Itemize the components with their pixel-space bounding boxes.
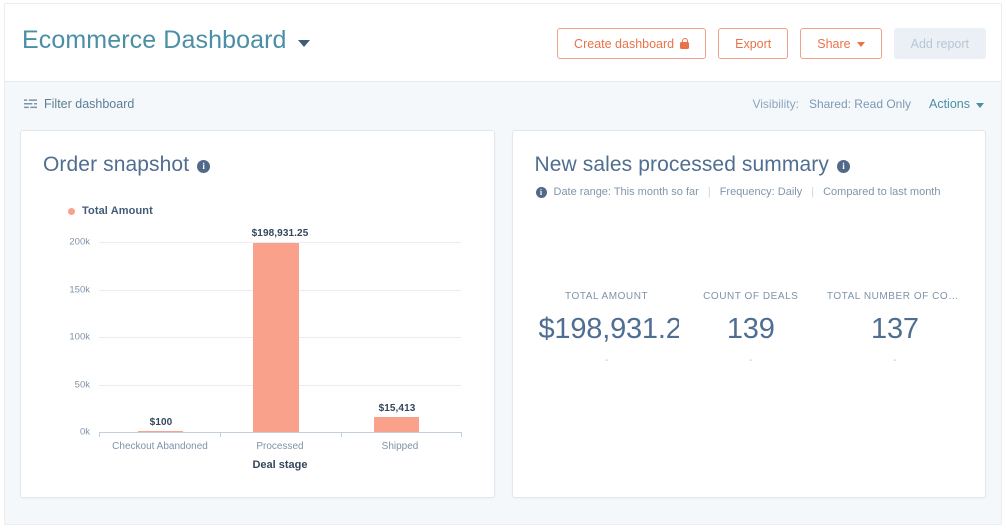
visibility-value: Shared: Read Only (808, 97, 911, 111)
bar-value-label: $100 (149, 417, 173, 428)
chevron-down-icon (856, 42, 865, 47)
y-tick-label: 200k (69, 236, 90, 248)
order-snapshot-card: Order snapshot i Total Amount 200k 150k (20, 130, 495, 498)
kpi-count-of-deals: COUNT OF DEALS 139 - (679, 291, 823, 366)
order-snapshot-chart: 200k 150k 100k 50k 0k $100 $198,931.25 $… (21, 131, 494, 497)
dashboard-page: Ecommerce Dashboard Create dashboard Exp… (4, 3, 1002, 525)
x-axis-tick (341, 432, 342, 437)
report-meta-row: i Date range: This month so far | Freque… (513, 177, 986, 198)
info-icon[interactable]: i (836, 160, 850, 173)
report-meta-text: Date range: This month so far | Frequenc… (554, 186, 941, 198)
meta-comparison: Compared to last month (823, 186, 941, 198)
kpi-label: TOTAL NUMBER OF CONTA… (826, 291, 963, 302)
kpi-total-amount: TOTAL AMOUNT $198,931.25 - (535, 291, 679, 366)
header-actions: Create dashboard Export Share Add report (557, 28, 986, 59)
x-category-label: Checkout Abandoned (112, 441, 208, 452)
meta-date-range: Date range: This month so far (553, 186, 699, 198)
meta-frequency: Frequency: Daily (719, 186, 803, 198)
x-category-label: Shipped (381, 441, 419, 452)
x-axis-tick (220, 432, 221, 437)
export-label: Export (735, 36, 772, 51)
kpi-value[interactable]: 139 (683, 313, 819, 346)
add-report-button[interactable]: Add report (893, 28, 986, 59)
share-button[interactable]: Share (800, 28, 882, 59)
filter-dashboard-button[interactable]: Filter dashboard (24, 97, 134, 111)
filter-dashboard-label: Filter dashboard (44, 97, 135, 111)
lock-icon (680, 38, 690, 49)
new-sales-summary-card: New sales processed summary i i Date ran… (511, 130, 986, 498)
subbar-right-group: Visibility: Shared: Read Only Actions (752, 97, 984, 111)
kpi-delta: - (604, 355, 609, 366)
meta-separator: | (707, 186, 711, 198)
actions-menu-button[interactable]: Actions (929, 97, 984, 111)
y-tick-label: 100k (69, 331, 90, 343)
x-axis-tick (461, 432, 462, 437)
meta-separator: | (811, 186, 815, 198)
bar-shipped[interactable] (374, 417, 419, 432)
kpi-value[interactable]: $198,931.25 (539, 313, 679, 346)
x-category-label: Processed (256, 441, 304, 452)
page-header: Ecommerce Dashboard Create dashboard Exp… (5, 4, 1001, 82)
kpi-value[interactable]: 137 (827, 313, 963, 346)
kpi-total-number-of-contacts: TOTAL NUMBER OF CONTA… 137 - (823, 291, 967, 366)
dashboard-title-selector[interactable]: Ecommerce Dashboard (22, 26, 310, 55)
page-title: Ecommerce Dashboard (22, 26, 287, 54)
x-axis-title: Deal stage (252, 459, 308, 471)
dashboard-subbar: Filter dashboard Visibility: Shared: Rea… (5, 82, 1001, 130)
new-sales-summary-title: New sales processed summary (534, 153, 829, 176)
dashboard-cards: Order snapshot i Total Amount 200k 150k (5, 130, 1001, 524)
create-dashboard-label: Create dashboard (574, 36, 675, 51)
visibility-status: Visibility: Shared: Read Only (752, 97, 911, 111)
create-dashboard-button[interactable]: Create dashboard (557, 28, 707, 59)
export-button[interactable]: Export (718, 28, 789, 59)
visibility-label: Visibility: (752, 97, 799, 111)
bar-value-label: $198,931.25 (251, 228, 309, 239)
bar-value-label: $15,413 (378, 403, 416, 414)
share-label: Share (817, 36, 851, 51)
y-tick-label: 0k (79, 426, 90, 438)
x-axis-tick (99, 432, 100, 437)
bar-processed[interactable] (253, 243, 299, 432)
filter-icon (24, 98, 37, 109)
chevron-down-icon[interactable] (297, 39, 310, 47)
y-tick-label: 50k (74, 379, 90, 390)
actions-label: Actions (929, 97, 970, 111)
y-tick-label: 150k (69, 284, 90, 295)
chevron-down-icon (976, 102, 984, 108)
kpi-label: TOTAL AMOUNT (565, 291, 649, 302)
x-axis-line (99, 432, 461, 433)
add-report-label: Add report (910, 36, 969, 51)
kpi-label: COUNT OF DEALS (703, 291, 799, 302)
info-icon[interactable]: i (535, 186, 547, 198)
new-sales-summary-header: New sales processed summary i (513, 131, 986, 177)
kpi-row: TOTAL AMOUNT $198,931.25 - COUNT OF DEAL… (535, 291, 968, 366)
kpi-delta: - (893, 355, 897, 366)
kpi-delta: - (749, 355, 753, 366)
